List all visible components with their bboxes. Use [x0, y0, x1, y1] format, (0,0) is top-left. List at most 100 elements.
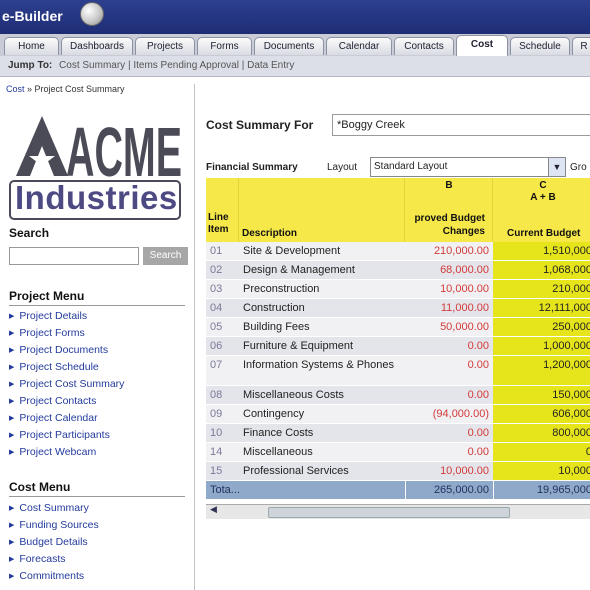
current-budget-value: 1,510,000 — [493, 242, 590, 261]
total-label: Tota... — [206, 481, 405, 499]
search-input[interactable] — [9, 247, 139, 265]
main-tabs: Home Dashboards Projects Forms Documents… — [0, 34, 590, 56]
tab-forms[interactable]: Forms — [197, 37, 252, 55]
menu-item-commitments[interactable]: Commitments — [9, 568, 99, 585]
company-logo: ACME Industries — [9, 110, 184, 220]
line-item-description: Finance Costs — [239, 424, 405, 443]
line-item-description: Building Fees — [239, 318, 405, 337]
project-select[interactable]: *Boggy Creek — [332, 114, 590, 136]
tab-dashboards[interactable]: Dashboards — [61, 37, 133, 55]
scrollbar-thumb[interactable] — [268, 507, 510, 518]
menu-item-project-contacts[interactable]: Project Contacts — [9, 393, 124, 410]
cost-menu: Cost Summary Funding Sources Budget Deta… — [9, 500, 99, 585]
menu-item-funding-sources[interactable]: Funding Sources — [9, 517, 98, 534]
breadcrumb-cost-link[interactable]: Cost — [6, 84, 25, 94]
header-description: Description — [239, 178, 405, 242]
menu-item-project-forms[interactable]: Project Forms — [9, 325, 124, 342]
menu-item-budget-details[interactable]: Budget Details — [9, 534, 99, 551]
line-item-number: 14 — [206, 443, 239, 462]
approved-change-value: 50,000.00 — [405, 318, 493, 337]
jump-links[interactable]: Cost Summary | Items Pending Approval | … — [59, 60, 294, 71]
header-col-b-text: proved Budget Changes — [414, 213, 485, 237]
line-item-number: 06 — [206, 337, 239, 356]
layout-value: Standard Layout — [374, 161, 448, 172]
current-budget-value: 250,000 — [493, 318, 590, 337]
cost-table: Line Item Description B proved Budget Ch… — [206, 178, 590, 518]
line-item-number: 05 — [206, 318, 239, 337]
line-item-description: Contingency — [239, 405, 405, 424]
approved-change-value: 0.00 — [405, 386, 493, 405]
project-menu-heading: Project Menu — [9, 289, 85, 303]
current-budget-value: 1,068,000 — [493, 261, 590, 280]
header-description-text: Description — [242, 228, 298, 239]
menu-item-project-schedule[interactable]: Project Schedule — [9, 359, 124, 376]
company-name-top: ACME — [66, 113, 182, 182]
line-item-description: Miscellaneous — [239, 443, 405, 462]
tab-cost[interactable]: Cost — [456, 35, 508, 56]
line-item-number: 10 — [206, 424, 239, 443]
line-item-number: 01 — [206, 242, 239, 261]
tab-home[interactable]: Home — [4, 37, 59, 55]
tab-schedule[interactable]: Schedule — [510, 37, 570, 55]
header-approved-changes: B proved Budget Changes — [405, 178, 493, 242]
current-budget-value: 150,000 — [493, 386, 590, 405]
tab-documents[interactable]: Documents — [254, 37, 324, 55]
line-item-description: Preconstruction — [239, 280, 405, 299]
line-item-number: 02 — [206, 261, 239, 280]
tab-r[interactable]: R — [572, 37, 590, 55]
line-item-number: 15 — [206, 462, 239, 481]
search-button[interactable]: Search — [143, 247, 188, 265]
menu-item-forecasts[interactable]: Forecasts — [9, 551, 99, 568]
approved-change-value: 0.00 — [405, 337, 493, 356]
line-item-description: Design & Management — [239, 261, 405, 280]
tab-contacts[interactable]: Contacts — [394, 37, 454, 55]
horizontal-scrollbar[interactable]: ◀ — [206, 504, 590, 519]
approved-change-value: 0.00 — [405, 356, 493, 386]
column-divider — [194, 84, 195, 590]
cost-menu-heading: Cost Menu — [9, 480, 71, 494]
approved-change-value: 11,000.00 — [405, 299, 493, 318]
line-item-number: 07 — [206, 356, 239, 386]
current-budget-value: 1,000,000 — [493, 337, 590, 356]
header-col-c-letter: C — [539, 180, 547, 191]
approved-change-value: 0.00 — [405, 424, 493, 443]
search-heading: Search — [9, 226, 50, 240]
approved-change-value: 210,000.00 — [405, 242, 493, 261]
line-item-number: 04 — [206, 299, 239, 318]
header-line-item: Line Item — [206, 178, 239, 242]
layout-dropdown[interactable]: Standard Layout ▼ — [370, 157, 566, 177]
current-budget-value: 606,000 — [493, 405, 590, 424]
menu-item-project-documents[interactable]: Project Documents — [9, 342, 124, 359]
chevron-down-icon[interactable]: ▼ — [548, 158, 565, 176]
tab-projects[interactable]: Projects — [135, 37, 195, 55]
line-item-description: Information Systems & Phones — [239, 356, 405, 386]
line-item-number: 09 — [206, 405, 239, 424]
cost-summary-label: Cost Summary For — [206, 118, 314, 132]
line-item-description: Miscellaneous Costs — [239, 386, 405, 405]
industries-box: Industries — [9, 179, 181, 220]
current-budget-value: 1,200,000 — [493, 356, 590, 386]
line-item-description: Furniture & Equipment — [239, 337, 405, 356]
breadcrumb: Cost » Project Cost Summary — [6, 84, 125, 94]
top-banner: e-Builder — [0, 0, 590, 34]
menu-item-project-participants[interactable]: Project Participants — [9, 427, 124, 444]
current-budget-value: 10,000 — [493, 462, 590, 481]
globe-icon — [80, 2, 104, 26]
approved-change-value: 68,000.00 — [405, 261, 493, 280]
financial-summary-label: Financial Summary — [206, 162, 298, 173]
line-item-number: 03 — [206, 280, 239, 299]
line-item-description: Construction — [239, 299, 405, 318]
current-budget-value: 0 — [493, 443, 590, 462]
menu-item-cost-summary[interactable]: Cost Summary — [9, 500, 99, 517]
scroll-left-icon[interactable]: ◀ — [210, 504, 217, 515]
company-name-bottom: Industries — [15, 179, 178, 216]
menu-item-project-details[interactable]: Project Details — [9, 308, 124, 325]
total-current-budget: 19,965,000 — [493, 481, 590, 499]
line-item-description: Professional Services — [239, 462, 405, 481]
tab-calendar[interactable]: Calendar — [326, 37, 392, 55]
menu-item-project-cost-summary[interactable]: Project Cost Summary — [9, 376, 124, 393]
menu-item-project-webcam[interactable]: Project Webcam — [9, 444, 124, 461]
layout-label: Layout — [327, 162, 358, 173]
app-logo[interactable]: e-Builder — [2, 8, 63, 24]
menu-item-project-calendar[interactable]: Project Calendar — [9, 410, 124, 427]
